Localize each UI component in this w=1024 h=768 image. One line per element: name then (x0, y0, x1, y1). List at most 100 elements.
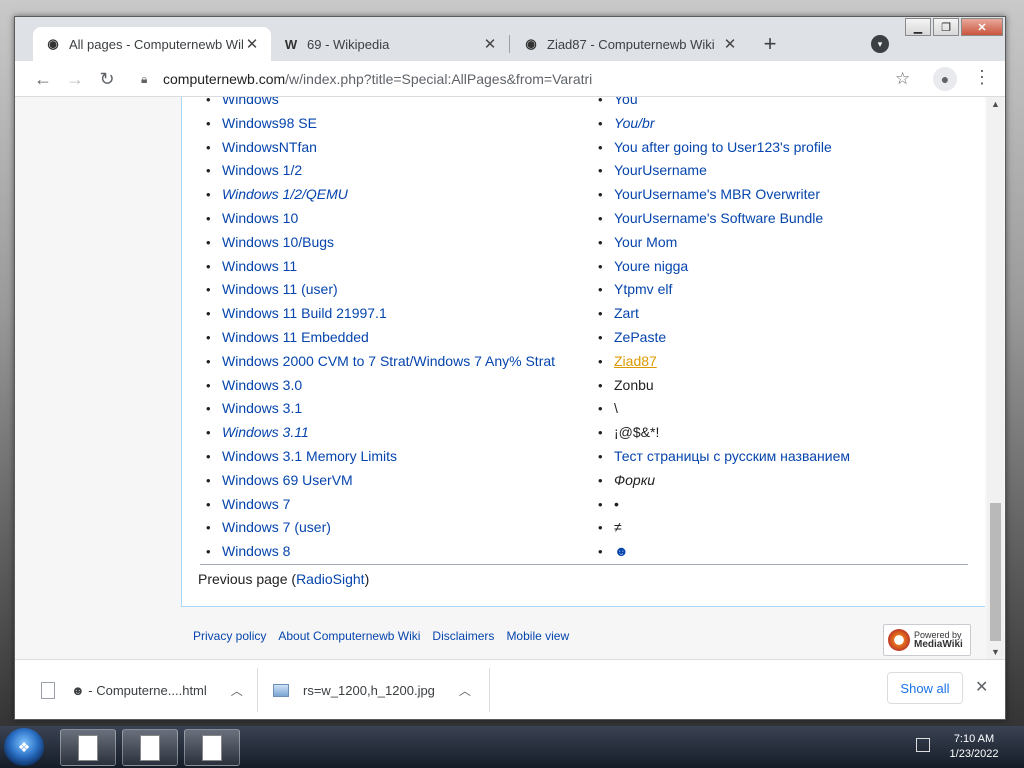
show-all-button[interactable]: Show all (887, 672, 963, 704)
page-link[interactable]: Windows 11 Build 21997.1 (222, 305, 387, 321)
page-link[interactable]: Windows 3.11 (222, 424, 309, 440)
bookmark-star-icon[interactable]: ☆ (895, 69, 910, 89)
clock-date: 1/23/2022 (949, 748, 999, 760)
page-link[interactable]: You after going to User123's profile (614, 139, 832, 155)
page-link[interactable]: Windows 3.1 (222, 400, 302, 416)
list-item: Windows 3.11 (200, 421, 555, 445)
page-link[interactable]: Windows 7 (222, 496, 290, 512)
page-link[interactable]: Windows 11 (user) (222, 281, 338, 297)
page-link[interactable]: YourUsername's Software Bundle (614, 210, 823, 226)
tab-title: Ziad87 - Computernewb Wiki (547, 36, 715, 52)
page-link[interactable]: YourUsername's MBR Overwriter (614, 186, 820, 202)
privacy-policy-link[interactable]: Privacy policy (193, 629, 266, 643)
maximize-button[interactable]: ❐ (933, 18, 959, 36)
page-link[interactable]: You (614, 97, 638, 107)
page-link[interactable]: Windows 3.0 (222, 377, 302, 393)
mobile-view-link[interactable]: Mobile view (506, 629, 569, 643)
reload-icon[interactable]: ↻ (95, 67, 119, 91)
tab-separator (509, 35, 510, 53)
page-link[interactable]: ☻ (614, 543, 629, 559)
page-link[interactable]: YourUsername (614, 162, 707, 178)
page-content: Windows Windows98 SE WindowsNTfan Windows 1… (15, 97, 1005, 659)
page-link[interactable]: Windows 8 (222, 543, 290, 559)
kebab-menu-icon[interactable]: ⋮ (973, 67, 991, 88)
close-icon[interactable]: ✕ (481, 35, 499, 53)
page-link[interactable]: ZePaste (614, 329, 666, 345)
page-link[interactable]: Тест страницы с русским названием (614, 448, 850, 464)
powered-by-mediawiki-badge[interactable]: Powered by MediaWiki (883, 624, 971, 656)
page-link[interactable]: WindowsNTfan (222, 139, 317, 155)
browser-toolbar: ← → ↻ 🔒︎ computernewb.com/w/index.php?ti… (15, 61, 1005, 97)
page-link[interactable]: Windows 11 Embedded (222, 329, 369, 345)
tab-search-icon[interactable]: ▾ (871, 35, 889, 53)
forward-arrow-icon[interactable]: → (63, 67, 87, 91)
tab-all-pages[interactable]: ◉ All pages - Computernewb Wiki ✕ (33, 27, 271, 61)
close-icon[interactable]: ✕ (243, 35, 261, 53)
page-link[interactable]: Youre nigga (614, 258, 688, 274)
download-filename: rs=w_1200,h_1200.jpg (303, 682, 435, 698)
page-link[interactable]: You/br (614, 115, 654, 131)
scrollbar-thumb[interactable] (990, 503, 1001, 641)
tab-wikipedia[interactable]: W 69 - Wikipedia ✕ (271, 27, 509, 61)
new-tab-button[interactable]: + (757, 31, 783, 57)
close-icon[interactable]: ✕ (975, 677, 988, 697)
page-link[interactable]: Windows 10 (222, 210, 298, 226)
minimize-button[interactable]: ▁ (905, 18, 931, 36)
page-link[interactable]: Windows 2000 CVM to 7 Strat/Windows 7 An… (222, 353, 555, 369)
page-link[interactable]: Zonbu (614, 377, 654, 393)
page-link[interactable]: ≠ (614, 519, 622, 535)
vertical-scrollbar[interactable]: ▲ ▼ (987, 97, 1004, 659)
download-separator (489, 668, 490, 712)
page-link[interactable]: Ziad87 (614, 353, 657, 369)
taskbar-app-button[interactable] (60, 729, 116, 766)
page-link[interactable]: Windows 7 (user) (222, 519, 331, 535)
window-close-button[interactable]: ✕ (961, 18, 1003, 36)
page-link[interactable]: Windows98 SE (222, 115, 317, 131)
chevron-up-icon[interactable]: ︿ (459, 682, 471, 699)
page-link[interactable]: Windows (222, 97, 279, 107)
download-item[interactable]: rs=w_1200,h_1200.jpg ︿ (273, 670, 471, 710)
page-link[interactable]: \ (614, 400, 618, 416)
page-link[interactable]: Ytpmv elf (614, 281, 672, 297)
powered-by-line2: MediaWiki (914, 639, 963, 650)
profile-avatar-icon[interactable]: ● (933, 67, 957, 91)
download-separator (257, 668, 258, 712)
network-tray-icon[interactable] (916, 738, 930, 752)
page-link[interactable]: Your Mom (614, 234, 677, 250)
list-item: ¡@$&*! (592, 421, 850, 445)
page-link[interactable]: • (614, 496, 619, 512)
list-item: Youre nigga (592, 255, 850, 279)
page-link[interactable]: Windows 3.1 Memory Limits (222, 448, 397, 464)
chevron-up-icon[interactable]: ︿ (231, 682, 243, 699)
list-item: Windows 3.1 Memory Limits (200, 445, 555, 469)
page-link[interactable]: Форки (614, 472, 655, 488)
list-item: Your Mom (592, 231, 850, 255)
system-clock[interactable]: 7:10 AM 1/23/2022 (944, 732, 1004, 762)
about-link[interactable]: About Computernewb Wiki (278, 629, 420, 643)
start-button-icon[interactable]: ❖ (4, 728, 44, 766)
lock-icon: 🔒︎ (141, 72, 148, 86)
download-item[interactable]: ☻ - Computerne....html ︿ (41, 670, 243, 710)
taskbar-app-button[interactable] (122, 729, 178, 766)
page-link[interactable]: Windows 10/Bugs (222, 234, 334, 250)
scroll-down-arrow-icon[interactable]: ▼ (991, 647, 1000, 657)
address-bar[interactable]: 🔒︎ computernewb.com/w/index.php?title=Sp… (127, 65, 927, 93)
document-icon (202, 734, 222, 761)
page-link[interactable]: ¡@$&*! (614, 424, 659, 440)
page-link[interactable]: Windows 1/2/QEMU (222, 186, 348, 202)
list-item: YourUsername's MBR Overwriter (592, 183, 850, 207)
disclaimers-link[interactable]: Disclaimers (432, 629, 494, 643)
previous-page-link[interactable]: RadioSight (296, 571, 365, 587)
page-link[interactable]: Windows 69 UserVM (222, 472, 353, 488)
back-arrow-icon[interactable]: ← (31, 67, 55, 91)
scroll-up-arrow-icon[interactable]: ▲ (991, 99, 1000, 109)
tab-ziad87[interactable]: ◉ Ziad87 - Computernewb Wiki ✕ (511, 27, 749, 61)
page-link[interactable]: Windows 11 (222, 258, 297, 274)
taskbar-app-button[interactable] (184, 729, 240, 766)
close-icon[interactable]: ✕ (721, 35, 739, 53)
document-icon (78, 734, 98, 761)
page-link[interactable]: Zart (614, 305, 639, 321)
list-item: WindowsNTfan (200, 136, 555, 160)
url-text: computernewb.com/w/index.php?title=Speci… (163, 71, 592, 87)
page-link[interactable]: Windows 1/2 (222, 162, 302, 178)
